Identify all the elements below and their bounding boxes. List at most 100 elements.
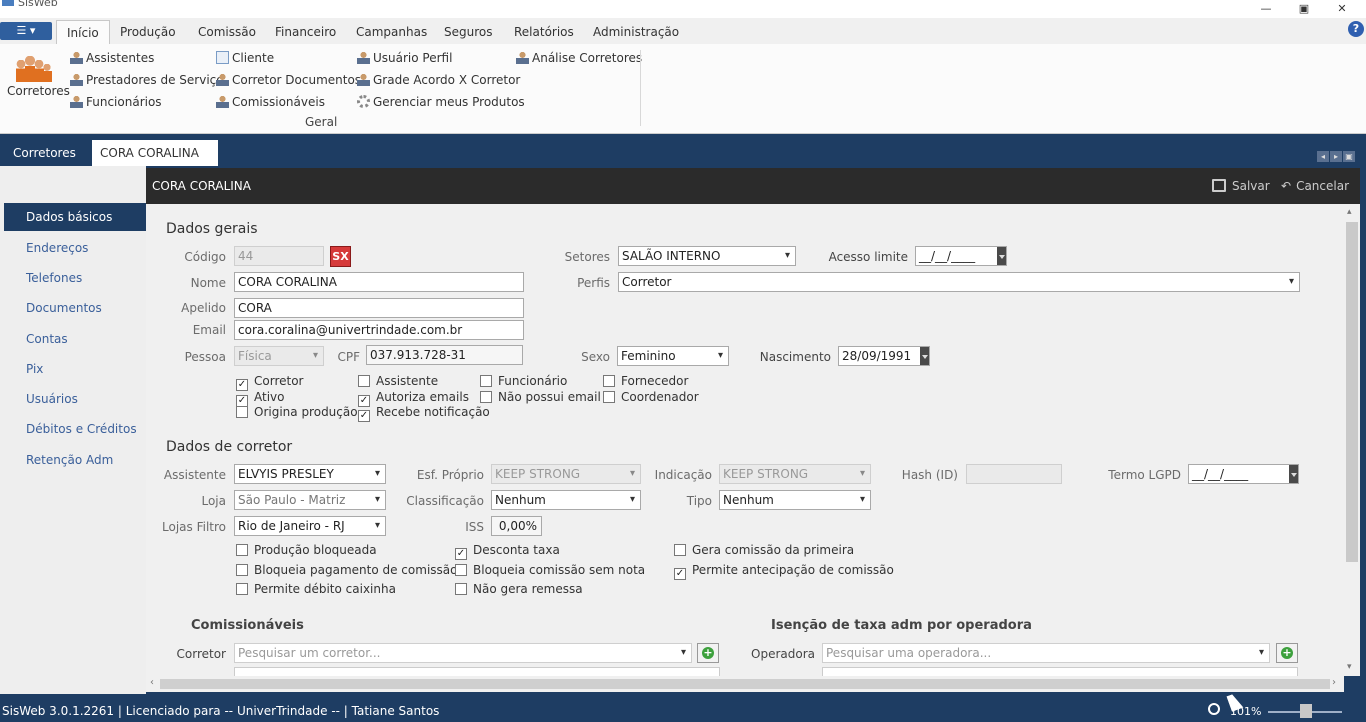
corretores-button-label[interactable]: Corretores [7,84,70,98]
cpf-field[interactable]: 037.913.728-31 [366,345,523,365]
checkbox-fornecedor[interactable]: Fornecedor [603,374,688,388]
add-corretor-button[interactable]: + [697,643,719,663]
tab-menu-icon[interactable]: ▣ [1343,151,1355,162]
lojas-filtro-select[interactable]: Rio de Janeiro - RJ [234,516,386,536]
sidebar-item-documentos[interactable]: Documentos [4,294,146,322]
menu-tab-administracao[interactable]: Administração [583,20,689,44]
pessoa-select[interactable]: Física [234,346,324,366]
checkbox-box[interactable]: ✓ [674,568,686,580]
sx-button[interactable]: SX [330,246,351,267]
menu-tab-comissao[interactable]: Comissão [188,20,266,44]
checkbox-box[interactable] [674,544,686,556]
checkbox-assistente[interactable]: Assistente [358,374,438,388]
tab-next-icon[interactable]: ▸ [1330,151,1342,162]
zoom-icon[interactable] [1208,703,1220,715]
checkbox-box[interactable] [480,391,492,403]
iss-field[interactable]: 0,00% [491,516,542,536]
acesso-limite-field[interactable]: __/__/____ [915,246,1007,266]
checkbox-producao-bloqueada[interactable]: Produção bloqueada [236,543,377,557]
checkbox-gera-comissao-primeira[interactable]: Gera comissão da primeira [674,543,854,557]
checkbox-nao-gera-remessa[interactable]: Não gera remessa [455,582,583,596]
checkbox-permite-antecipacao[interactable]: ✓ Permite antecipação de comissão [674,563,894,580]
cancel-button[interactable]: ↶ Cancelar [1281,179,1349,193]
checkbox-desconta-taxa[interactable]: ✓ Desconta taxa [455,543,560,560]
scroll-right-icon[interactable]: › [1332,677,1336,688]
help-icon[interactable]: ? [1348,21,1364,37]
menu-tab-producao[interactable]: Produção [110,20,186,44]
scroll-down-icon[interactable]: ▾ [1347,662,1352,672]
nascimento-field[interactable]: 28/09/1991 [838,346,930,366]
sidebar-item-usuarios[interactable]: Usuários [4,385,146,413]
menu-tab-seguros[interactable]: Seguros [434,20,503,44]
calendar-dropdown-icon[interactable] [920,347,929,365]
sexo-select[interactable]: Feminino [617,346,729,366]
ribbon-corretor-documentos[interactable]: Corretor Documentos [216,70,361,90]
classificacao-select[interactable]: Nenhum [491,490,641,510]
checkbox-nao-possui-email[interactable]: Não possui email [480,390,601,404]
checkbox-box[interactable] [236,544,248,556]
checkbox-box[interactable] [480,375,492,387]
checkbox-box[interactable]: ✓ [455,548,467,560]
termo-lgpd-field[interactable]: __/__/____ [1188,464,1299,484]
scroll-left-icon[interactable]: ‹ [150,677,154,688]
checkbox-box[interactable] [455,583,467,595]
perfis-select[interactable]: Corretor [618,272,1300,292]
tab-corretores[interactable]: Corretores [5,140,84,166]
menu-tab-financeiro[interactable]: Financeiro [265,20,346,44]
sidebar-item-pix[interactable]: Pix [4,355,146,383]
apelido-field[interactable]: CORA [234,298,524,318]
checkbox-origina-producao[interactable]: Origina produção [236,405,358,419]
app-menu-button[interactable]: ☰ ▾ [0,22,52,40]
nome-field[interactable]: CORA CORALINA [234,272,524,292]
ribbon-cliente[interactable]: Cliente [216,48,274,68]
checkbox-permite-debito-caixinha[interactable]: Permite débito caixinha [236,582,396,596]
menu-tab-relatorios[interactable]: Relatórios [504,20,584,44]
sidebar-item-enderecos[interactable]: Endereços [4,234,146,262]
sidebar-item-retencao-adm[interactable]: Retenção Adm [4,446,146,474]
menu-tab-inicio[interactable]: Início [56,20,110,44]
checkbox-funcionario[interactable]: Funcionário [480,374,567,388]
vertical-scroll-thumb[interactable] [1346,222,1358,562]
ribbon-funcionarios[interactable]: Funcionários [70,92,162,112]
close-button[interactable]: ✕ [1320,0,1364,18]
calendar-dropdown-icon[interactable] [1289,465,1298,483]
operadora-search-input[interactable]: Pesquisar uma operadora... [822,643,1270,663]
horizontal-scroll-thumb[interactable] [160,679,1330,689]
checkbox-box[interactable] [603,391,615,403]
add-operadora-button[interactable]: + [1276,643,1298,663]
sidebar-item-contas[interactable]: Contas [4,325,146,353]
save-button[interactable]: Salvar [1212,179,1270,193]
ribbon-comissionaveis[interactable]: Comissionáveis [216,92,325,112]
email-field[interactable]: cora.coralina@univertrindade.com.br [234,320,524,340]
checkbox-box[interactable] [236,406,248,418]
zoom-slider-thumb[interactable] [1300,704,1312,718]
setores-select[interactable]: SALÃO INTERNO [618,246,796,266]
checkbox-coordenador[interactable]: Coordenador [603,390,699,404]
ribbon-analise-corretores[interactable]: Análise Corretores [516,48,642,68]
calendar-dropdown-icon[interactable] [997,247,1006,265]
checkbox-bloqueia-pagamento[interactable]: Bloqueia pagamento de comissão [236,563,457,577]
ribbon-prestadores[interactable]: Prestadores de Serviço [70,70,224,90]
tab-cora-coralina[interactable]: CORA CORALINA [92,140,218,166]
checkbox-recebe-notificacao[interactable]: ✓ Recebe notificação [358,405,490,422]
ribbon-grade-acordo[interactable]: Grade Acordo X Corretor [357,70,520,90]
tipo-select[interactable]: Nenhum [719,490,871,510]
checkbox-bloqueia-comissao-sem-nota[interactable]: Bloqueia comissão sem nota [455,563,645,577]
sidebar-item-dados-basicos[interactable]: Dados básicos [4,203,146,231]
tab-prev-icon[interactable]: ◂ [1317,151,1329,162]
menu-tab-campanhas[interactable]: Campanhas [346,20,437,44]
scroll-up-icon[interactable]: ▴ [1347,207,1352,217]
assistente-select[interactable]: ELVYIS PRESLEY [234,464,386,484]
sidebar-item-debitos-creditos[interactable]: Débitos e Créditos [4,415,146,443]
loja-select[interactable]: São Paulo - Matriz [234,490,386,510]
ribbon-assistentes[interactable]: Assistentes [70,48,154,68]
checkbox-box[interactable] [358,375,370,387]
corretores-icon[interactable] [16,52,52,82]
ribbon-usuario-perfil[interactable]: Usuário Perfil [357,48,452,68]
sidebar-item-telefones[interactable]: Telefones [4,264,146,292]
corretor-search-input[interactable]: Pesquisar um corretor... [234,643,692,663]
checkbox-box[interactable] [236,583,248,595]
checkbox-box[interactable] [455,564,467,576]
ribbon-gerenciar-produtos[interactable]: Gerenciar meus Produtos [357,92,525,112]
checkbox-box[interactable] [603,375,615,387]
